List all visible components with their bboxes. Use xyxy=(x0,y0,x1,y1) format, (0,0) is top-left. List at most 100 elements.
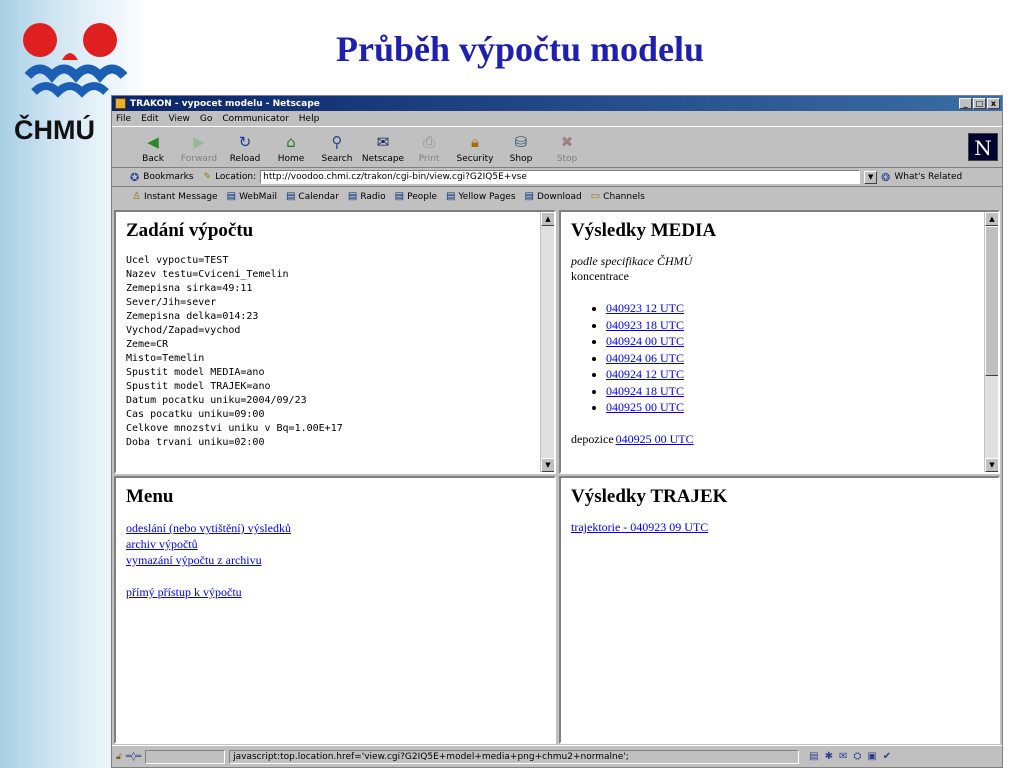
media-scrollbar[interactable]: ▲ ▼ xyxy=(984,212,998,472)
reload-label: Reload xyxy=(229,154,261,164)
parameter-line: Spustit model MEDIA=ano xyxy=(126,367,265,378)
menu-bar: File Edit View Go Communicator Help xyxy=(112,111,1002,126)
scroll-up-button[interactable]: ▲ xyxy=(541,212,554,226)
delete-from-archive-link[interactable]: vymazání výpočtu z archivu xyxy=(126,552,544,568)
maximize-button[interactable]: □ xyxy=(973,98,986,109)
zadani-scrollbar[interactable]: ▲ ▼ xyxy=(540,212,554,472)
print-button[interactable]: ⎙ Print xyxy=(406,132,452,167)
trajek-frame: Výsledky TRAJEK trajektorie - 040923 09 … xyxy=(559,476,1000,744)
koncentrace-link[interactable]: 040924 00 UTC xyxy=(606,334,684,348)
parameter-line: Vychod/Zapad=vychod xyxy=(126,325,241,336)
location-label: Location: xyxy=(215,172,257,182)
home-label: Home xyxy=(277,154,305,164)
parameter-line: Celkove mnozstvi uniku v Bq=1.00E+17 xyxy=(126,423,343,434)
parameter-line: Datum pocatku uniku=2004/09/23 xyxy=(126,395,307,406)
window-controls: _ □ x xyxy=(959,98,1000,109)
location-icon: ✎ xyxy=(203,172,212,182)
bookmark-page-icon: ▤ xyxy=(347,191,358,202)
trajek-heading: Výsledky TRAJEK xyxy=(571,486,728,507)
menu-frame: Menu odeslání (nebo vytištění) výsledků … xyxy=(114,476,556,744)
menu-help[interactable]: Help xyxy=(299,114,320,124)
webmail-link[interactable]: ▤ WebMail xyxy=(227,191,277,202)
netscape-logo[interactable]: N xyxy=(968,133,998,161)
koncentrace-link[interactable]: 040923 12 UTC xyxy=(606,301,684,315)
parameter-line: Nazev testu=Cviceni_Temelin xyxy=(126,269,289,280)
bookmark-page-icon: ▤ xyxy=(285,191,296,202)
netscape-app-icon xyxy=(115,98,126,109)
parameter-line: Sever/Jih=sever xyxy=(126,297,217,308)
depozice-link[interactable]: 040925 00 UTC xyxy=(616,432,694,446)
connection-icon: ═◊═ xyxy=(125,751,142,762)
menu-go[interactable]: Go xyxy=(200,114,212,124)
menu-heading: Menu xyxy=(126,486,174,507)
scroll-down-button[interactable]: ▼ xyxy=(541,458,554,472)
bookmarks-button[interactable]: Bookmarks xyxy=(143,172,193,182)
direct-access-link[interactable]: přímý přístup k výpočtu xyxy=(126,584,544,600)
back-button[interactable]: ◀ Back xyxy=(130,132,176,167)
netscape-icon: ✉ xyxy=(376,133,390,151)
security-button[interactable]: 🔒︎ Security xyxy=(452,132,498,167)
reload-icon: ↻ xyxy=(238,133,252,151)
reload-button[interactable]: ↻ Reload xyxy=(222,132,268,167)
zadani-frame: Zadání výpočtu Ucel vypoctu=TEST Nazev te… xyxy=(114,210,556,474)
trajektorie-link[interactable]: trajektorie - 040923 09 UTC xyxy=(571,520,708,534)
shop-button[interactable]: ⛁ Shop xyxy=(498,132,544,167)
download-link[interactable]: ▤ Download xyxy=(525,191,582,202)
instant-message-link[interactable]: ♙ Instant Message xyxy=(132,191,218,202)
netscape-button[interactable]: ✉ Netscape xyxy=(360,132,406,167)
parameter-line: Zemepisna sirka=49:11 xyxy=(126,283,253,294)
security-status-icon: 🔓︎ xyxy=(116,751,122,762)
menu-communicator[interactable]: Communicator xyxy=(222,114,288,124)
print-label: Print xyxy=(418,154,440,164)
whats-related-button[interactable]: What's Related xyxy=(894,172,962,182)
url-field[interactable]: http://voodoo.chmi.cz/trakon/cgi-bin/vie… xyxy=(260,170,861,184)
url-dropdown-button[interactable]: ▼ xyxy=(864,170,878,184)
send-results-link[interactable]: odeslání (nebo vytištění) výsledků xyxy=(126,520,544,536)
calendar-link[interactable]: ▤ Calendar xyxy=(286,191,339,202)
koncentrace-link[interactable]: 040925 00 UTC xyxy=(606,400,684,414)
window-title: TRAKON - vypocet modelu - Netscape xyxy=(130,98,320,109)
koncentrace-label: koncentrace xyxy=(571,269,629,283)
download-label: Download xyxy=(536,191,582,202)
parameter-line: Spustit model TRAJEK=ano xyxy=(126,381,271,392)
parameter-line: Zeme=CR xyxy=(126,339,169,350)
forward-button[interactable]: ▶ Forward xyxy=(176,132,222,167)
stop-button[interactable]: ✖ Stop xyxy=(544,132,590,167)
shop-icon: ⛁ xyxy=(514,133,528,151)
archive-link[interactable]: archiv výpočtů xyxy=(126,536,544,552)
print-icon: ⎙ xyxy=(422,133,435,151)
koncentrace-link[interactable]: 040924 06 UTC xyxy=(606,351,684,365)
stop-icon: ✖ xyxy=(560,133,574,151)
scroll-down-button[interactable]: ▼ xyxy=(985,458,998,472)
home-button[interactable]: ⌂ Home xyxy=(268,132,314,167)
minimize-button[interactable]: _ xyxy=(959,98,972,109)
yellow-pages-link[interactable]: ▤ Yellow Pages xyxy=(446,191,516,202)
koncentrace-item: 040924 18 UTC xyxy=(606,383,988,400)
close-button[interactable]: x xyxy=(987,98,1000,109)
search-icon: ⚲ xyxy=(331,133,343,151)
search-button[interactable]: ⚲ Search xyxy=(314,132,360,167)
scroll-up-button[interactable]: ▲ xyxy=(985,212,998,226)
radio-link[interactable]: ▤ Radio xyxy=(348,191,386,202)
security-label: Security xyxy=(456,154,494,164)
channels-link[interactable]: ▭ Channels xyxy=(591,191,645,202)
koncentrace-link[interactable]: 040924 12 UTC xyxy=(606,367,684,381)
location-toolbar: ✪ Bookmarks ✎ Location: http://voodoo.ch… xyxy=(112,168,1002,187)
bookmark-page-icon: ▤ xyxy=(446,191,456,202)
back-arrow-icon: ◀ xyxy=(147,133,159,151)
browser-window: TRAKON - vypocet modelu - Netscape _ □ x… xyxy=(111,95,1003,768)
koncentrace-item: 040925 00 UTC xyxy=(606,399,988,416)
menu-edit[interactable]: Edit xyxy=(141,114,158,124)
koncentrace-item: 040924 00 UTC xyxy=(606,333,988,350)
bookmark-page-icon: ▤ xyxy=(524,191,534,202)
component-bar-icons[interactable]: ▤✱✉⛭▣✔ xyxy=(809,751,897,762)
menu-file[interactable]: File xyxy=(116,114,131,124)
media-subtitle: podle specifikace ČHMÚ xyxy=(571,254,693,268)
progress-box xyxy=(145,749,226,764)
people-link[interactable]: ▤ People xyxy=(395,191,437,202)
forward-label: Forward xyxy=(180,154,218,164)
scroll-thumb[interactable] xyxy=(985,226,998,376)
menu-view[interactable]: View xyxy=(169,114,190,124)
koncentrace-link[interactable]: 040924 18 UTC xyxy=(606,384,684,398)
koncentrace-link[interactable]: 040923 18 UTC xyxy=(606,318,684,332)
